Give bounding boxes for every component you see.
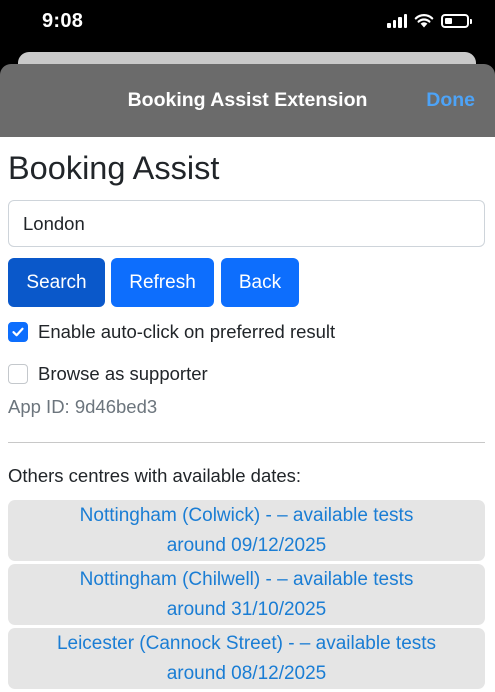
sheet-header: Booking Assist Extension Done: [0, 64, 495, 137]
back-button[interactable]: Back: [221, 258, 299, 307]
status-bar: 9:08: [0, 0, 495, 48]
wifi-icon: [414, 14, 434, 28]
refresh-button[interactable]: Refresh: [111, 258, 214, 307]
auto-click-label: Enable auto-click on preferred result: [38, 321, 336, 342]
centre-name: Nottingham (Chilwell) - – available test…: [79, 569, 414, 590]
status-time: 9:08: [42, 10, 84, 32]
others-heading: Others centres with available dates:: [8, 465, 302, 486]
supporter-checkbox[interactable]: [8, 364, 28, 384]
page-title: Booking Assist: [8, 150, 220, 186]
status-icons: [387, 13, 472, 28]
centre-name: Leicester (Cannock Street) - – available…: [56, 633, 437, 654]
signal-icon: [387, 13, 407, 28]
extension-content: Booking Assist Search Refresh Back Enabl…: [0, 137, 495, 692]
centre-item[interactable]: Nottingham (Chilwell) - – available test…: [8, 564, 485, 625]
centre-date: around 31/10/2025: [166, 599, 327, 620]
auto-click-checkbox[interactable]: [8, 322, 28, 342]
supporter-option[interactable]: Browse as supporter: [8, 363, 208, 385]
sheet-title: Booking Assist Extension: [127, 89, 368, 111]
centre-item[interactable]: Nottingham (Colwick) - – available tests…: [8, 500, 485, 561]
battery-icon: [441, 13, 472, 28]
app-id: App ID: 9d46bed3: [8, 396, 158, 417]
auto-click-option[interactable]: Enable auto-click on preferred result: [8, 321, 335, 343]
checkmark-icon: [12, 327, 24, 337]
search-input[interactable]: [8, 200, 485, 247]
centre-date: around 08/12/2025: [166, 663, 327, 684]
centre-date: around 09/12/2025: [166, 535, 327, 556]
supporter-label: Browse as supporter: [38, 363, 208, 384]
search-button[interactable]: Search: [8, 258, 105, 307]
centre-name: Nottingham (Colwick) - – available tests: [79, 505, 414, 526]
centre-item[interactable]: Leicester (Cannock Street) - – available…: [8, 628, 485, 689]
done-button[interactable]: Done: [426, 89, 475, 112]
divider: [8, 442, 485, 443]
